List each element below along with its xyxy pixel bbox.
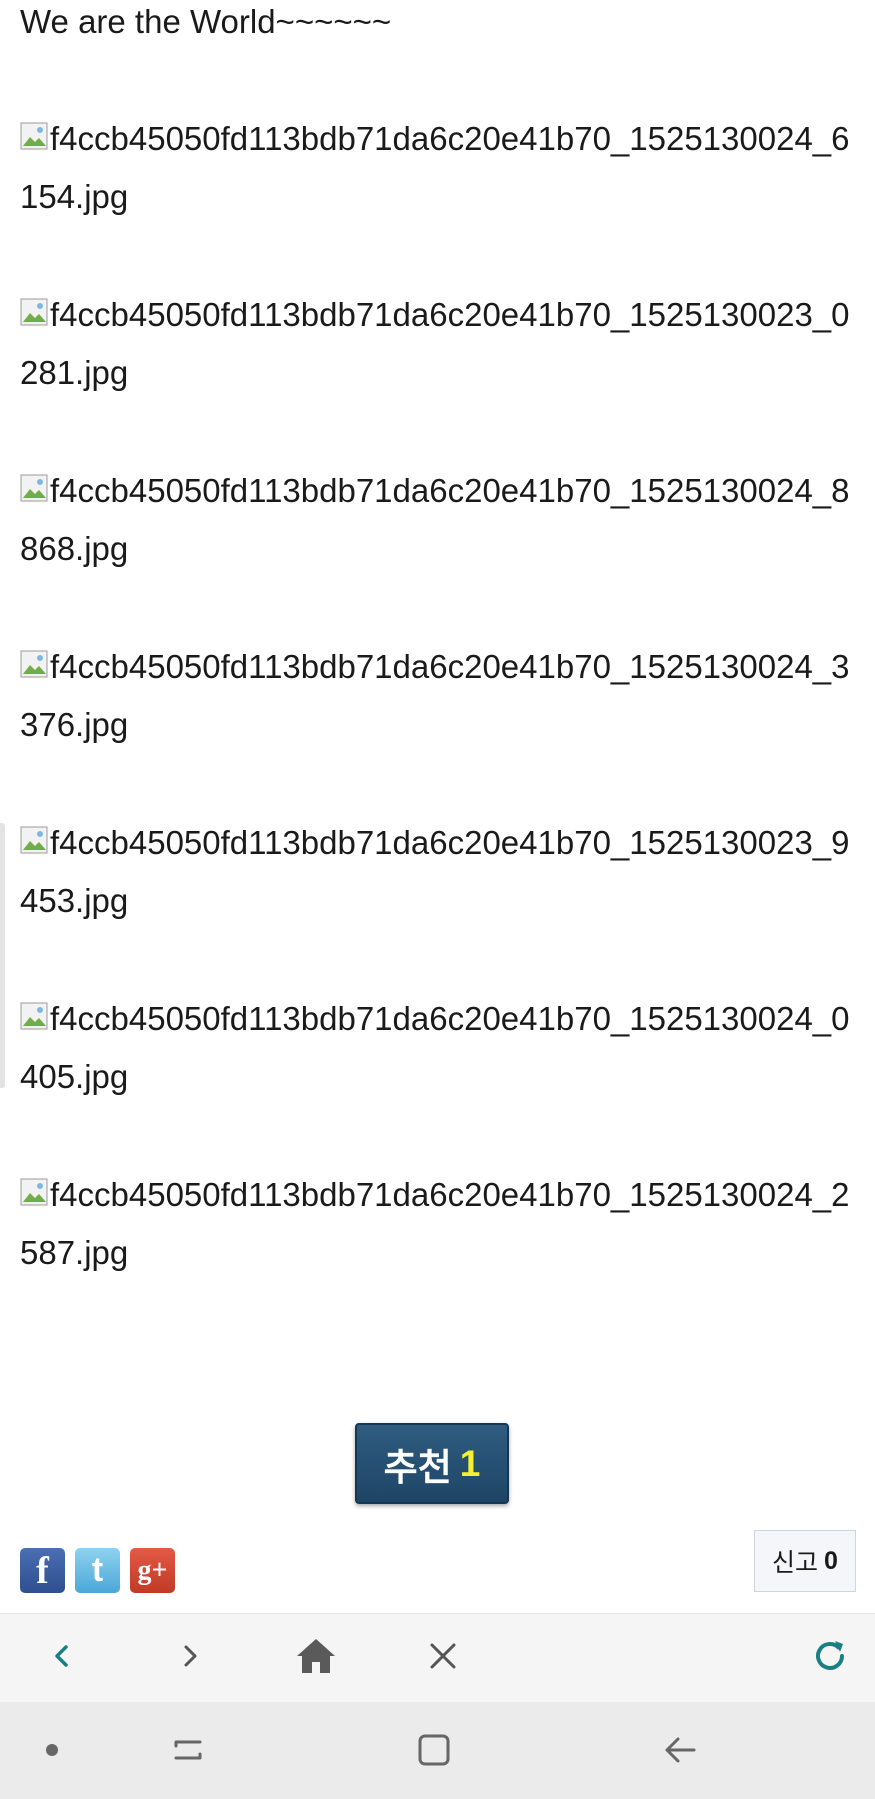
googleplus-icon: g+	[137, 1554, 168, 1586]
image-alt-text: f4ccb45050fd113bdb71da6c20e41b70_1525130…	[20, 472, 850, 567]
broken-image: f4ccb45050fd113bdb71da6c20e41b70_1525130…	[20, 638, 860, 814]
home-icon	[295, 1637, 337, 1680]
close-tab-button[interactable]	[413, 1628, 473, 1688]
edge-panel-handle[interactable]	[0, 823, 5, 1088]
recommend-count: 1	[459, 1442, 481, 1484]
googleplus-share-button[interactable]: g+	[130, 1548, 175, 1593]
close-icon	[427, 1640, 459, 1677]
post-intro-text: We are the World~~~~~~	[20, 3, 392, 40]
broken-image-icon	[20, 650, 50, 680]
home-button[interactable]	[286, 1628, 346, 1688]
refresh-button[interactable]	[800, 1628, 860, 1688]
assistant-dot-button[interactable]	[22, 1722, 82, 1782]
image-list: f4ccb45050fd113bdb71da6c20e41b70_1525130…	[20, 110, 860, 1342]
broken-image: f4ccb45050fd113bdb71da6c20e41b70_1525130…	[20, 1166, 860, 1342]
broken-image-icon	[20, 1178, 50, 1208]
recommend-button[interactable]: 추천 1	[355, 1423, 509, 1504]
broken-image-icon	[20, 122, 50, 152]
broken-image: f4ccb45050fd113bdb71da6c20e41b70_1525130…	[20, 110, 860, 286]
share-buttons: f t g+	[20, 1548, 175, 1593]
image-alt-text: f4ccb45050fd113bdb71da6c20e41b70_1525130…	[20, 120, 850, 215]
image-alt-text: f4ccb45050fd113bdb71da6c20e41b70_1525130…	[20, 1000, 850, 1095]
home-nav-button[interactable]	[404, 1722, 464, 1782]
broken-image-icon	[20, 474, 50, 504]
report-count: 0	[824, 1546, 838, 1575]
recent-apps-button[interactable]	[158, 1722, 218, 1782]
image-alt-text: f4ccb45050fd113bdb71da6c20e41b70_1525130…	[20, 824, 850, 919]
twitter-icon: t	[91, 1551, 104, 1589]
home-square-icon	[414, 1730, 454, 1775]
forward-icon	[175, 1641, 205, 1676]
recent-apps-icon	[168, 1730, 208, 1775]
broken-image: f4ccb45050fd113bdb71da6c20e41b70_1525130…	[20, 462, 860, 638]
facebook-share-button[interactable]: f	[20, 1548, 65, 1593]
broken-image: f4ccb45050fd113bdb71da6c20e41b70_1525130…	[20, 286, 860, 462]
broken-image: f4ccb45050fd113bdb71da6c20e41b70_1525130…	[20, 990, 860, 1166]
broken-image-icon	[20, 298, 50, 328]
dot-icon	[44, 1742, 60, 1763]
report-label: 신고	[772, 1549, 819, 1577]
system-navigation-bar	[0, 1702, 875, 1799]
facebook-icon: f	[36, 1549, 49, 1592]
back-button[interactable]	[33, 1628, 93, 1688]
back-nav-button[interactable]	[650, 1722, 710, 1782]
back-icon	[48, 1641, 78, 1676]
post-content: We are the World~~~~~~ f4ccb45050fd113bd…	[0, 0, 875, 1612]
image-alt-text: f4ccb45050fd113bdb71da6c20e41b70_1525130…	[20, 296, 850, 391]
image-alt-text: f4ccb45050fd113bdb71da6c20e41b70_1525130…	[20, 1176, 850, 1271]
broken-image: f4ccb45050fd113bdb71da6c20e41b70_1525130…	[20, 814, 860, 990]
browser-toolbar	[0, 1613, 875, 1702]
back-arrow-icon	[660, 1730, 700, 1775]
forward-button[interactable]	[160, 1628, 220, 1688]
refresh-icon	[810, 1636, 850, 1681]
report-button[interactable]: 신고 0	[754, 1530, 856, 1592]
recommend-label: 추천	[383, 1446, 452, 1488]
image-alt-text: f4ccb45050fd113bdb71da6c20e41b70_1525130…	[20, 648, 850, 743]
twitter-share-button[interactable]: t	[75, 1548, 120, 1593]
broken-image-icon	[20, 826, 50, 856]
broken-image-icon	[20, 1002, 50, 1032]
